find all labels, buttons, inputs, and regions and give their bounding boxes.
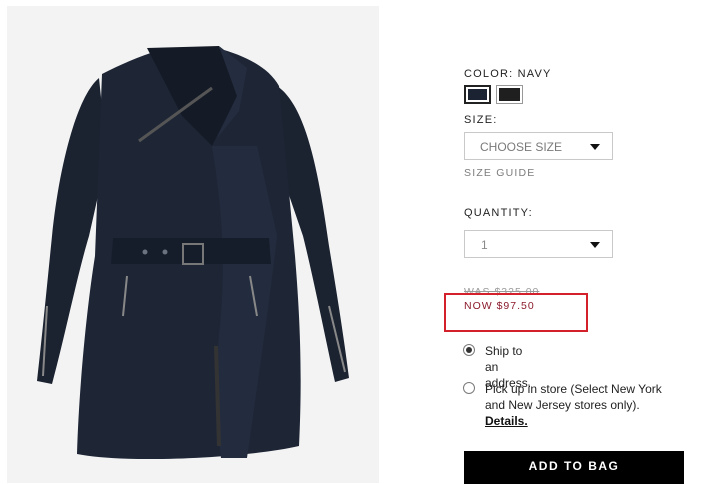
color-label: COLOR: NAVY [464, 68, 552, 80]
add-to-bag-label: ADD TO BAG [528, 458, 620, 473]
chevron-down-icon [590, 242, 600, 248]
pickup-option-label-wrap: Pick up in store (Select New York and Ne… [485, 381, 675, 429]
color-swatch-navy[interactable] [464, 85, 491, 104]
ship-radio[interactable] [463, 344, 475, 356]
swatch-fill [499, 88, 520, 101]
quantity-label: QUANTITY: [464, 207, 533, 219]
pickup-option-label: Pick up in store (Select New York and Ne… [485, 382, 662, 412]
product-image[interactable] [7, 6, 379, 483]
swatch-fill [468, 89, 487, 100]
size-guide-link[interactable]: SIZE GUIDE [464, 167, 536, 179]
highlight-annotation [444, 293, 588, 332]
size-label: SIZE: [464, 114, 498, 126]
quantity-dropdown-value: 1 [481, 238, 488, 252]
chevron-down-icon [590, 144, 600, 150]
pickup-radio[interactable] [463, 382, 475, 394]
size-dropdown[interactable]: CHOOSE SIZE [464, 132, 613, 160]
color-swatch-black[interactable] [496, 85, 523, 104]
add-to-bag-button[interactable]: ADD TO BAG [464, 451, 684, 484]
details-link[interactable]: Details. [485, 414, 528, 428]
size-dropdown-value: CHOOSE SIZE [480, 140, 563, 154]
quantity-dropdown[interactable]: 1 [464, 230, 613, 258]
coat-illustration [37, 46, 349, 460]
